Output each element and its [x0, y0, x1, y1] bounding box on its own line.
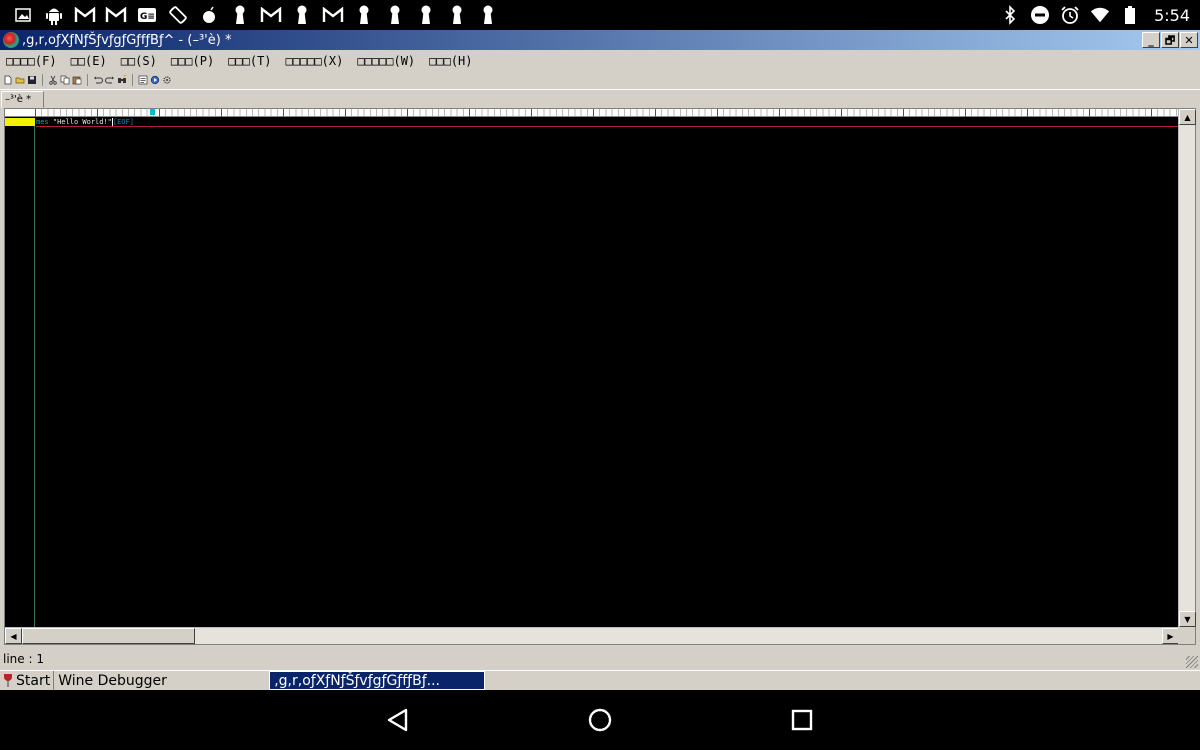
resize-grip[interactable]	[1186, 656, 1198, 668]
horizontal-scroll-thumb[interactable]	[22, 628, 195, 644]
keyhole-icon	[353, 4, 375, 26]
gmail-icon	[105, 4, 127, 26]
restore-button[interactable]: 🗗	[1161, 32, 1179, 48]
battery-icon	[1120, 5, 1140, 25]
title-bar[interactable]: ,g,r,oƒXƒNƒŠƒvƒgƒGƒfƒBƒ^ - (–³'è) * _ 🗗 …	[0, 30, 1200, 50]
back-icon[interactable]	[384, 706, 412, 734]
tab-untitled[interactable]: –³'è *	[1, 91, 44, 108]
menu-bar: □□□□(F) □□(E) □□(S) □□□(P) □□□(T) □□□□□(…	[0, 51, 1200, 71]
menu-window[interactable]: □□□□□(W)	[357, 54, 415, 68]
cut-icon[interactable]	[48, 75, 58, 85]
code-editor[interactable]: mes "Hello World!"[EOF] ▲ ▼ ◀ ▶	[4, 108, 1196, 645]
find-icon[interactable]	[117, 74, 127, 85]
wifi-icon	[1090, 5, 1110, 25]
toolbar-separator	[87, 74, 88, 86]
run-icon[interactable]	[150, 75, 160, 85]
keyhole-icon	[291, 4, 313, 26]
status-bar: line : 1	[0, 648, 1200, 670]
scroll-down-button[interactable]: ▼	[1179, 611, 1196, 627]
menu-p[interactable]: □□□(P)	[171, 54, 214, 68]
keyhole-icon	[229, 4, 251, 26]
keyhole-icon	[477, 4, 499, 26]
start-label: Start	[16, 672, 51, 689]
bluetooth-icon	[1000, 5, 1020, 25]
wine-glass-icon	[3, 673, 13, 688]
keyhole-icon	[446, 4, 468, 26]
new-file-icon[interactable]	[3, 75, 13, 85]
android-nav-bar	[0, 690, 1200, 750]
script-editor-window: ,g,r,oƒXƒNƒŠƒvƒgƒGƒfƒBƒ^ - (–³'è) * _ 🗗 …	[0, 30, 1200, 670]
menu-file[interactable]: □□□□(F)	[6, 54, 57, 68]
code-line-1[interactable]: mes "Hello World!"[EOF]	[36, 118, 1179, 127]
gmail-icon	[260, 4, 282, 26]
column-ruler	[5, 109, 1179, 117]
gmail-icon	[74, 4, 96, 26]
scroll-right-button[interactable]: ▶	[1162, 628, 1179, 644]
line-indicator: line : 1	[3, 652, 44, 666]
toolbar-separator	[132, 74, 133, 86]
system-icons: 5:54	[1000, 0, 1190, 30]
undo-icon[interactable]	[93, 75, 103, 85]
minimize-button[interactable]: _	[1142, 32, 1160, 48]
home-icon[interactable]	[586, 706, 614, 734]
app-icon[interactable]	[3, 32, 19, 48]
toolbar-separator	[42, 74, 43, 86]
vertical-scrollbar[interactable]: ▲ ▼	[1178, 109, 1196, 627]
start-button[interactable]: Start	[0, 671, 55, 690]
taskbar-item-script-editor[interactable]: ,g,r,oƒXƒNƒŠƒvƒgƒGƒfƒBƒ...	[269, 671, 486, 690]
eof-marker: [EOF]	[112, 118, 134, 126]
scroll-up-button[interactable]: ▲	[1179, 109, 1196, 125]
menu-x[interactable]: □□□□□(X)	[286, 54, 344, 68]
menu-search[interactable]: □□(S)	[121, 54, 157, 68]
taskbar-item-wine-debugger[interactable]: Wine Debugger	[54, 671, 269, 690]
recents-icon[interactable]	[788, 706, 816, 734]
copy-icon[interactable]	[60, 75, 70, 85]
save-icon[interactable]	[27, 75, 37, 85]
menu-edit[interactable]: □□(E)	[71, 54, 107, 68]
settings-icon[interactable]	[162, 75, 172, 85]
toolbar	[0, 71, 1200, 89]
tab-strip: –³'è *	[0, 89, 1200, 108]
line-number-gutter	[5, 118, 35, 644]
notification-icons: G≡	[12, 0, 499, 30]
clock: 5:54	[1154, 5, 1190, 25]
redo-icon[interactable]	[105, 75, 115, 85]
current-line-marker	[5, 118, 35, 126]
horizontal-scrollbar[interactable]: ◀ ▶	[5, 627, 1179, 644]
android-status-bar: G≡ 5:54	[0, 0, 1200, 30]
rotate-icon	[167, 4, 189, 26]
scroll-left-button[interactable]: ◀	[5, 628, 22, 644]
keyhole-icon	[384, 4, 406, 26]
list-icon[interactable]	[138, 75, 148, 85]
window-controls: _ 🗗 ✕	[1142, 32, 1198, 48]
keyhole-icon	[415, 4, 437, 26]
code-keyword: mes	[36, 118, 49, 126]
android-icon	[43, 4, 65, 26]
menu-tools[interactable]: □□□(T)	[228, 54, 271, 68]
menu-help[interactable]: □□□(H)	[429, 54, 472, 68]
ruler-major-ticks	[35, 109, 1179, 117]
do-not-disturb-icon	[1030, 5, 1050, 25]
alarm-icon	[1060, 5, 1080, 25]
bomb-icon	[198, 4, 220, 26]
paste-icon[interactable]	[72, 75, 82, 85]
news-icon: G≡	[136, 4, 158, 26]
window-title: ,g,r,oƒXƒNƒŠƒvƒgƒGƒfƒBƒ^ - (–³'è) *	[22, 32, 232, 48]
close-button[interactable]: ✕	[1180, 32, 1198, 48]
taskbar: Start Wine Debugger ,g,r,oƒXƒNƒŠƒvƒgƒGƒf…	[0, 670, 1200, 690]
gmail-icon	[322, 4, 344, 26]
open-folder-icon[interactable]	[15, 75, 25, 85]
scrollbar-corner	[1178, 627, 1195, 644]
image-icon	[12, 4, 34, 26]
svg-text:G≡: G≡	[140, 12, 155, 22]
ruler-cursor-marker	[150, 109, 155, 115]
code-string: "Hello World!"	[48, 118, 112, 126]
